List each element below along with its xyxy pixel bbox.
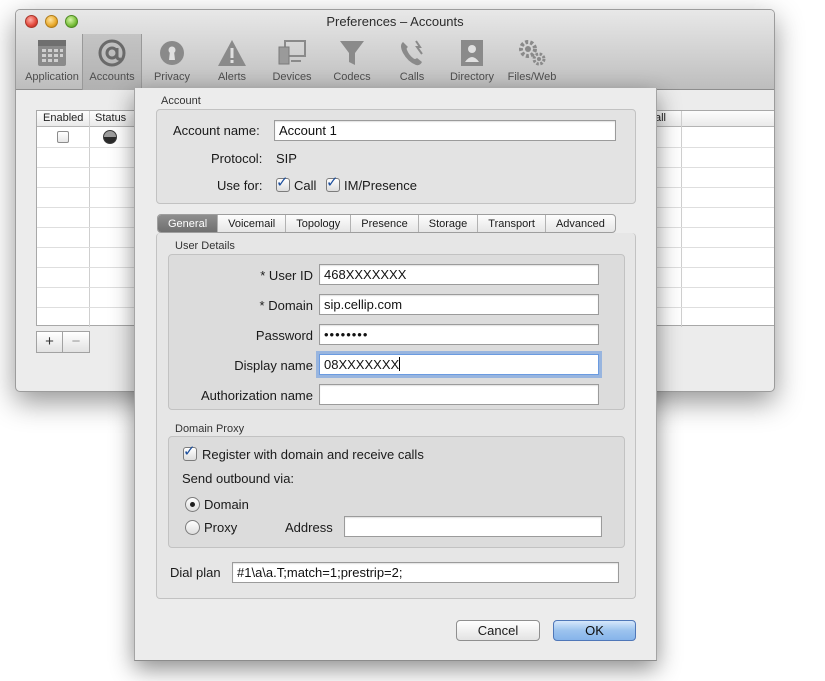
protocol-value: SIP	[276, 151, 297, 166]
at-sign-icon	[98, 39, 126, 67]
outbound-proxy-radio[interactable]	[185, 520, 200, 535]
display-name-field[interactable]: 08XXXXXXX	[319, 354, 599, 375]
domain-label: * Domain	[259, 298, 313, 313]
register-domain-checkbox[interactable]: ✓	[183, 443, 197, 461]
user-id-field[interactable]: 468XXXXXXX	[319, 264, 599, 285]
toolbar-application[interactable]: Application	[22, 34, 82, 90]
toolbar-label: Codecs	[333, 71, 371, 83]
cancel-button[interactable]: Cancel	[456, 620, 540, 641]
tab-presence[interactable]: Presence	[351, 215, 419, 232]
tab-transport[interactable]: Transport	[478, 215, 546, 232]
checkmark-icon: ✓	[276, 174, 289, 191]
toolbar-alerts[interactable]: Alerts	[202, 34, 262, 90]
outbound-proxy-label: Proxy	[204, 520, 238, 535]
password-label: Password	[255, 328, 313, 343]
application-grid-icon	[38, 40, 66, 66]
remove-account-button[interactable]: −	[63, 331, 90, 353]
settings-tabs: General Voicemail Topology Presence Stor…	[157, 214, 616, 233]
user-id-label: * User ID	[260, 268, 313, 283]
column-enabled[interactable]: Enabled	[43, 112, 83, 124]
toolbar-label: Devices	[272, 71, 312, 83]
toolbar-label: Accounts	[89, 71, 135, 83]
account-name-field[interactable]: Account 1	[274, 120, 616, 141]
phone-icon	[401, 40, 423, 66]
column-status[interactable]: Status	[95, 112, 126, 124]
window-titlebar: Preferences – Accounts Application Accou…	[16, 10, 774, 90]
checkmark-icon: ✓	[326, 174, 339, 191]
toolbar-calls[interactable]: Calls	[382, 34, 442, 90]
toolbar-label: Calls	[399, 71, 425, 83]
toolbar-accounts[interactable]: Accounts	[82, 34, 142, 90]
register-domain-label: Register with domain and receive calls	[202, 447, 424, 462]
tab-storage[interactable]: Storage	[419, 215, 479, 232]
toolbar-codecs[interactable]: Codecs	[322, 34, 382, 90]
account-enabled-checkbox[interactable]	[57, 131, 69, 143]
display-name-label: Display name	[234, 358, 313, 373]
warning-triangle-icon	[218, 40, 246, 66]
send-outbound-label: Send outbound via:	[182, 471, 295, 486]
account-name-label: Account name:	[173, 123, 260, 138]
contact-book-icon	[461, 40, 483, 66]
account-status-indicator	[103, 130, 117, 144]
domain-proxy-title: Domain Proxy	[175, 423, 245, 435]
tab-voicemail[interactable]: Voicemail	[218, 215, 287, 232]
preferences-toolbar: Application Accounts Privacy Alerts Devi…	[22, 34, 562, 90]
user-details-title: User Details	[175, 240, 235, 252]
dial-plan-field[interactable]: #1\a\a.T;match=1;prestrip=2;	[232, 562, 619, 583]
window-title: Preferences – Accounts	[326, 14, 464, 29]
toolbar-label: Application	[25, 71, 79, 83]
outbound-domain-label: Domain	[204, 497, 249, 512]
funnel-icon	[340, 41, 364, 65]
toolbar-directory[interactable]: Directory	[442, 34, 502, 90]
toolbar-files-web[interactable]: Files/Web	[502, 34, 562, 90]
domain-field[interactable]: sip.cellip.com	[319, 294, 599, 315]
ok-button[interactable]: OK	[553, 620, 636, 641]
use-for-im-checkbox[interactable]: ✓	[326, 174, 340, 192]
monitor-icon	[278, 40, 306, 65]
display-name-value: 08XXXXXXX	[324, 357, 400, 372]
toolbar-label: Privacy	[153, 71, 191, 83]
toolbar-privacy[interactable]: Privacy	[142, 34, 202, 90]
proxy-address-field[interactable]	[344, 516, 602, 537]
account-group-title: Account	[161, 95, 201, 107]
toolbar-devices[interactable]: Devices	[262, 34, 322, 90]
gears-icon	[519, 40, 546, 66]
account-sheet: Account Account name: Account 1 Protocol…	[134, 88, 657, 661]
use-for-call-checkbox[interactable]: ✓	[276, 174, 290, 192]
toolbar-label: Files/Web	[507, 71, 557, 83]
tab-general[interactable]: General	[158, 215, 219, 232]
add-remove-controls: + −	[36, 331, 90, 353]
use-for-label: Use for:	[217, 178, 263, 193]
add-account-button[interactable]: +	[36, 331, 63, 353]
text-caret	[399, 357, 401, 371]
protocol-label: Protocol:	[211, 151, 263, 166]
authorization-name-field[interactable]	[319, 384, 599, 405]
toolbar-label: Directory	[449, 71, 494, 83]
use-for-call-label: Call	[294, 178, 317, 193]
checkmark-icon: ✓	[183, 443, 196, 460]
toolbar-label: Alerts	[217, 71, 247, 83]
dial-plan-label: Dial plan	[170, 565, 221, 580]
authorization-name-label: Authorization name	[200, 388, 313, 403]
keyhole-icon	[160, 41, 184, 65]
tab-advanced[interactable]: Advanced	[546, 215, 615, 232]
password-field[interactable]: ••••••••	[319, 324, 599, 345]
use-for-im-label: IM/Presence	[344, 178, 417, 193]
proxy-address-label: Address	[285, 520, 333, 535]
tab-topology[interactable]: Topology	[286, 215, 352, 232]
outbound-domain-radio[interactable]	[185, 497, 200, 512]
